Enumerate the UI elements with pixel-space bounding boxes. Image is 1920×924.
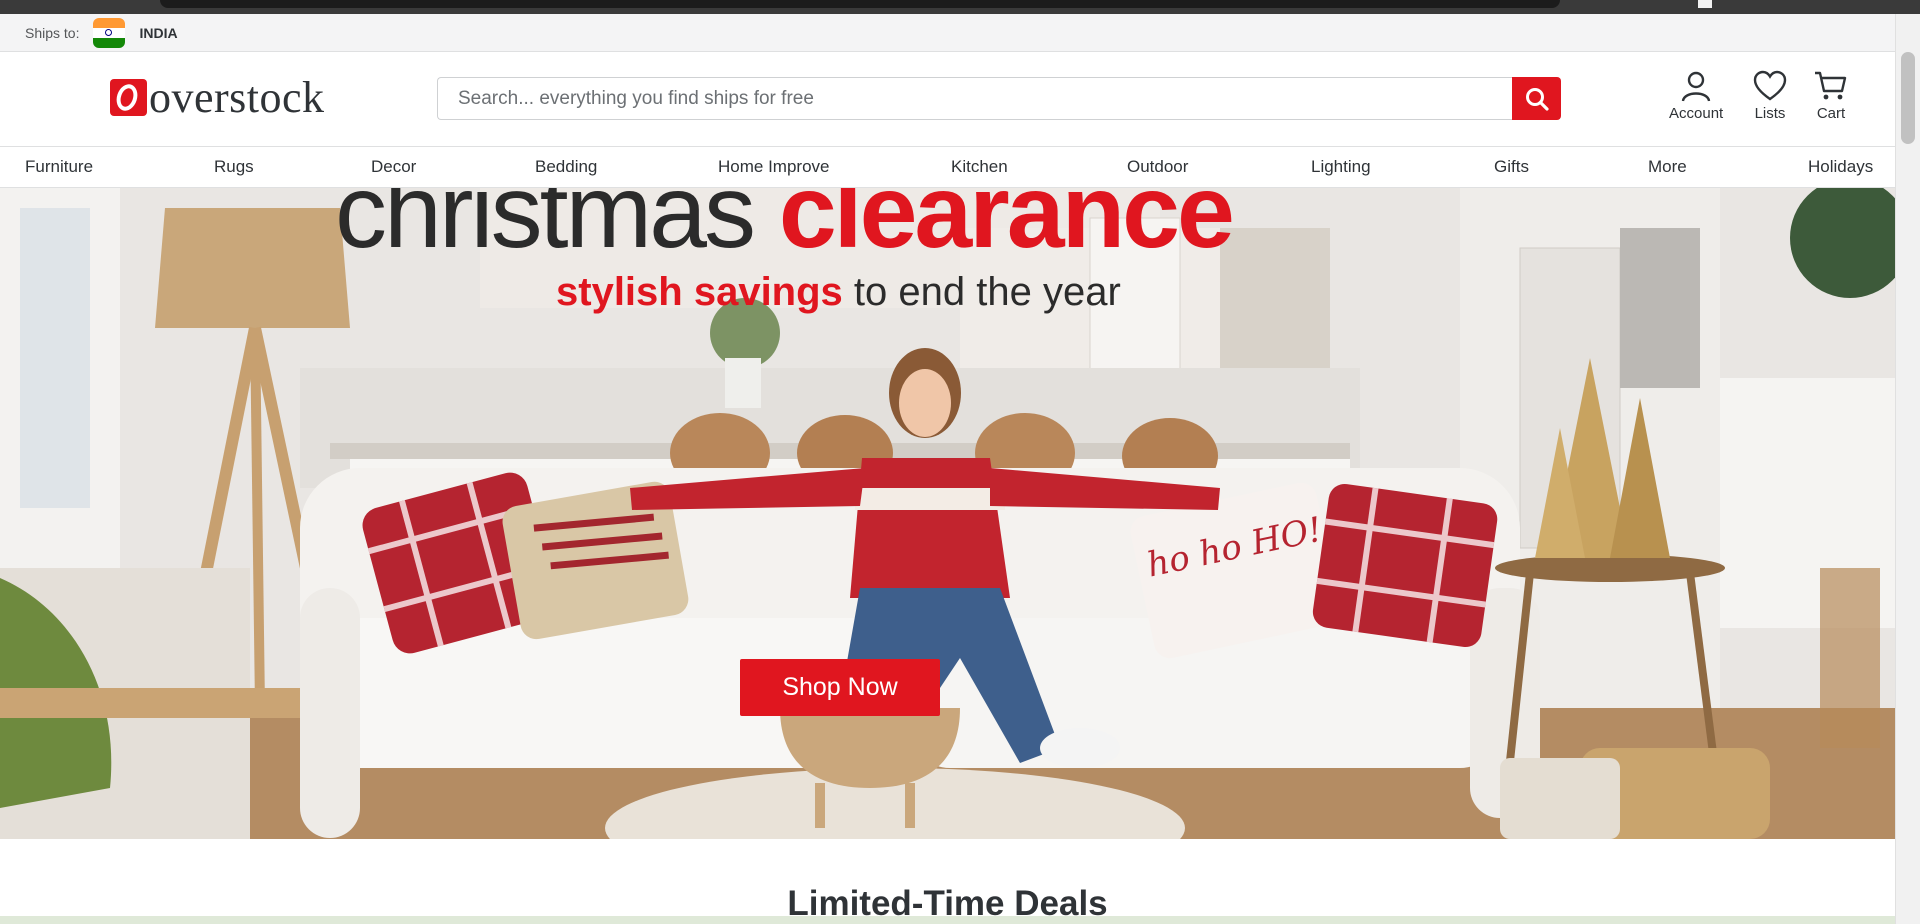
cart-button[interactable]: Cart: [1814, 70, 1848, 122]
address-bar-edge: [160, 0, 1560, 8]
search-bar: [437, 77, 1561, 120]
scrollbar-thumb[interactable]: [1901, 52, 1915, 144]
site-header: overstock Account Lists: [0, 52, 1895, 147]
shop-now-button[interactable]: Shop Now: [740, 659, 940, 716]
page-viewport: Ships to: INDIA overstock Account: [0, 14, 1895, 924]
ships-to-label: Ships to:: [25, 24, 80, 41]
nav-item-outdoor[interactable]: Outdoor: [1127, 147, 1188, 187]
browser-top-strip: [0, 0, 1920, 14]
nav-item-home-improve[interactable]: Home Improve: [718, 147, 829, 187]
page-scrollbar[interactable]: [1895, 14, 1920, 924]
india-flag-icon: [93, 17, 126, 48]
nav-item-more[interactable]: More: [1648, 147, 1687, 187]
pillow-text-graphic: ho ho HO!: [1144, 510, 1326, 586]
pillow-text: ho ho HO!: [1144, 510, 1326, 586]
logo-mark-icon: [110, 78, 147, 116]
hero-subtitle-rest: to end the year: [842, 270, 1121, 314]
hero-title-clearance: clearance: [778, 188, 1235, 270]
account-button[interactable]: Account: [1669, 70, 1723, 122]
category-nav: Furniture Rugs Decor Bedding Home Improv…: [0, 147, 1895, 188]
nav-item-furniture[interactable]: Furniture: [25, 147, 93, 187]
ships-to-bar[interactable]: Ships to: INDIA: [0, 14, 1895, 52]
nav-item-decor[interactable]: Decor: [371, 147, 416, 187]
hero-banner[interactable]: christmas clearance stylish savings to e…: [0, 188, 1895, 839]
search-icon: [1525, 87, 1549, 111]
person-icon: [1681, 71, 1711, 102]
overstock-logo[interactable]: overstock: [110, 72, 325, 122]
nav-item-bedding[interactable]: Bedding: [535, 147, 597, 187]
nav-item-holidays[interactable]: Holidays: [1808, 147, 1873, 187]
nav-item-rugs[interactable]: Rugs: [214, 147, 254, 187]
heart-icon: [1753, 70, 1787, 101]
logo-wordmark: overstock: [149, 72, 325, 122]
ships-to-country[interactable]: INDIA: [139, 25, 177, 41]
nav-item-gifts[interactable]: Gifts: [1494, 147, 1529, 187]
hero-title-christmas: christmas: [335, 188, 779, 270]
nav-item-lighting[interactable]: Lighting: [1311, 147, 1371, 187]
hero-subtitle: stylish savings to end the year: [556, 272, 1121, 312]
lists-button[interactable]: Lists: [1753, 70, 1787, 122]
cart-icon: [1815, 71, 1847, 100]
search-button[interactable]: [1512, 77, 1561, 120]
nav-item-kitchen[interactable]: Kitchen: [951, 147, 1008, 187]
lists-label: Lists: [1754, 105, 1786, 122]
account-label: Account: [1669, 105, 1724, 122]
hero-subtitle-highlight: stylish savings: [556, 270, 843, 314]
bottom-banner-edge: [0, 916, 1895, 924]
browser-control: [1698, 0, 1712, 8]
hero-title: christmas clearance: [335, 188, 1235, 264]
search-input[interactable]: [437, 77, 1512, 120]
cart-label: Cart: [1816, 105, 1846, 122]
